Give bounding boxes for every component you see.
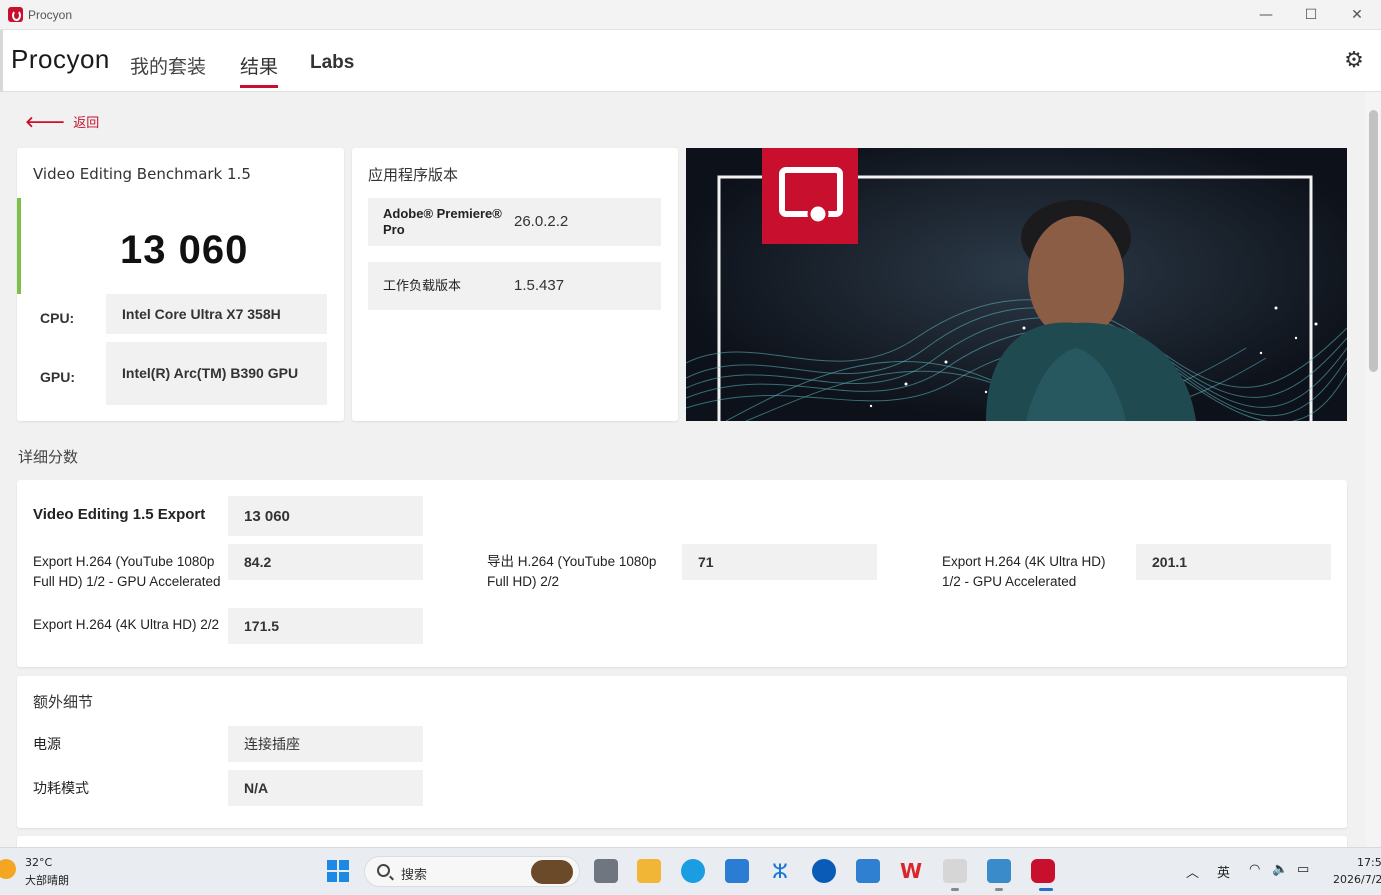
power-mode-value: N/A [228,770,423,806]
active-indicator [1039,888,1053,891]
overall-score: 13 060 [120,228,249,272]
weather-temperature[interactable]: 32°C [25,856,52,869]
vertical-scrollbar[interactable] [1366,92,1381,847]
tab-labs[interactable]: Labs [310,52,354,74]
version-name: 工作负载版本 [383,278,462,293]
hero-illustration [686,148,1347,421]
weather-condition[interactable]: 大部晴朗 [25,872,69,888]
app-versions-card: 应用程序版本 Adobe® Premiere® Pro 26.0.2.2 工作负… [352,148,678,421]
power-source-label: 电源 [33,736,61,752]
battery-icon[interactable]: ▭ [1297,862,1309,877]
wifi-icon[interactable]: ◠ [1249,862,1260,877]
summary-card: Video Editing Benchmark 1.5 13 060 CPU: … [17,148,344,421]
procyon-taskbar-icon[interactable] [1031,859,1055,883]
header-edge [0,30,3,92]
app-versions-title: 应用程序版本 [368,166,459,184]
brand-logo: Procyon [11,44,110,74]
microsoft-store-icon[interactable] [725,859,749,883]
windows-taskbar: 32°C 大部晴朗 搜索 ⵣ W ︿ 英 ◠ 🔈 ▭ 17:5 2026/7/2 [0,847,1381,895]
app-header: Procyon 我的套装 结果 Labs ⚙ [0,30,1381,92]
cpu-value: Intel Core Ultra X7 358H [106,294,327,334]
gpu-value: Intel(R) Arc(TM) B390 GPU [106,342,327,405]
gear-icon[interactable]: ⚙ [1343,50,1365,72]
search-icon [377,864,390,877]
power-source-value: 连接插座 [228,726,423,762]
clock-time[interactable]: 17:5 [1357,856,1381,869]
version-value: 26.0.2.2 [514,213,569,230]
version-row-workload: 工作负载版本 1.5.437 [368,262,661,310]
detail-label: 导出 H.264 (YouTube 1080p Full HD) 2/2 [487,554,657,589]
snipping-tool-icon[interactable] [943,859,967,883]
wps-office-icon[interactable]: W [899,859,923,883]
detail-label: Export H.264 (4K Ultra HD) 2/2 [33,617,220,632]
version-name: Adobe® Premiere® Pro [383,206,502,237]
version-row-premiere: Adobe® Premiere® Pro 26.0.2.2 [368,198,661,246]
power-mode-label: 功耗模式 [33,780,89,796]
volume-icon[interactable]: 🔈 [1272,862,1288,877]
search-highlight-icon [531,860,573,884]
tray-chevron-up-icon[interactable]: ︿ [1186,862,1199,881]
detail-label: Export H.264 (YouTube 1080p Full HD) 1/2… [33,554,221,589]
clock-date[interactable]: 2026/7/2 [1333,873,1381,886]
back-arrow-icon: 🡐 [25,113,66,131]
title-bar: Procyon — ☐ ✕ [0,0,1381,30]
running-indicator [951,888,959,891]
photos-pro-icon[interactable] [856,859,880,883]
extra-details-card: 额外细节 电源 连接插座 功耗模式 N/A [17,676,1347,828]
detailed-scores-card: Video Editing 1.5 Export 13 060 Export H… [17,480,1347,667]
running-indicator [995,888,1003,891]
search-placeholder: 搜索 [401,868,428,883]
window-title: Procyon [28,8,73,22]
back-link[interactable]: 🡐 返回 [25,112,99,131]
extra-details-title: 额外细节 [33,693,94,711]
results-content: 🡐 返回 Video Editing Benchmark 1.5 13 060 C… [0,92,1366,847]
close-button[interactable]: ✕ [1334,0,1380,30]
detail-value: 71 [682,544,877,580]
task-view-icon[interactable] [594,859,618,883]
detail-value: 171.5 [228,608,423,644]
tab-my-suites[interactable]: 我的套装 [130,52,206,79]
tab-results[interactable]: 结果 [240,52,279,88]
hp-icon[interactable] [812,859,836,883]
back-label: 返回 [73,116,100,131]
ime-indicator[interactable]: 英 [1217,862,1230,881]
maximize-button[interactable]: ☐ [1288,0,1334,30]
detail-label: Export H.264 (4K Ultra HD) 1/2 - GPU Acc… [942,554,1106,589]
minimize-button[interactable]: — [1243,0,1289,30]
copilot-icon[interactable]: ⵣ [768,859,792,883]
detail-main-label: Video Editing 1.5 Export [33,506,206,523]
gpu-label: GPU: [40,369,75,385]
version-value: 1.5.437 [514,277,565,294]
detail-value: 201.1 [1136,544,1331,580]
detail-value: 84.2 [228,544,423,580]
weather-sun-icon[interactable] [0,859,16,879]
windows-start-icon[interactable] [326,859,350,883]
benchmark-hero-image [686,148,1347,421]
procyon-app-icon [8,7,23,22]
task-manager-icon[interactable] [987,859,1011,883]
scrollbar-thumb[interactable] [1369,110,1378,372]
benchmark-title: Video Editing Benchmark 1.5 [33,165,251,183]
score-accent-bar [17,198,21,294]
cpu-label: CPU: [40,310,75,326]
detail-main-value: 13 060 [228,496,423,536]
file-explorer-icon[interactable] [637,859,661,883]
detailed-scores-heading: 详细分数 [18,448,79,466]
edge-browser-icon[interactable] [681,859,705,883]
taskbar-search-box[interactable]: 搜索 [364,856,580,887]
next-section-card [17,836,1347,847]
